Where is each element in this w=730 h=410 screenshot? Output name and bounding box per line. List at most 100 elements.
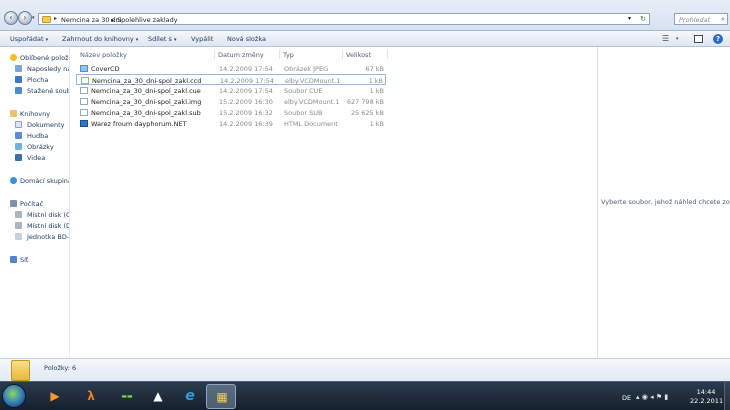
network-icon xyxy=(10,256,17,263)
views-icon[interactable]: ☰ xyxy=(662,34,669,43)
chevron-right-icon[interactable]: ▸ xyxy=(54,15,57,22)
volume-icon[interactable]: ◂ xyxy=(650,393,654,401)
computer-icon xyxy=(10,200,17,207)
file-size: 1 kB xyxy=(369,87,384,95)
media-player-icon: ▶ xyxy=(50,389,60,403)
file-date: 14.2.2009 17:54 xyxy=(219,65,273,73)
column-divider[interactable] xyxy=(214,49,215,59)
clock-date[interactable]: 22.2.2011 xyxy=(690,397,723,405)
navigation-pane: Oblíbené položky Naposledy nav Plocha St… xyxy=(0,47,70,358)
file-size: 1 kB xyxy=(368,77,383,85)
file-type: elby.VCDMount.1 xyxy=(285,77,341,85)
file-date: 14.2.2009 17:54 xyxy=(220,77,274,85)
organize-button[interactable]: Uspořádat ▾ xyxy=(10,35,48,43)
taskbar-app-half-life[interactable]: λ xyxy=(76,384,106,409)
file-icon xyxy=(80,109,88,116)
column-divider[interactable] xyxy=(387,49,388,59)
alcohol-icon: ▲ xyxy=(153,389,163,403)
file-size: 1 kB xyxy=(369,120,384,128)
burn-button[interactable]: Vypálit xyxy=(191,35,213,43)
preview-message: Vyberte soubor, jehož náhled chcete zobr… xyxy=(601,198,730,206)
flag-icon[interactable]: ⚑ xyxy=(656,393,662,401)
image-file-icon xyxy=(80,65,88,72)
chevron-down-icon[interactable]: ▾ xyxy=(628,15,631,22)
breadcrumb-item[interactable]: Spolehlive zaklady xyxy=(117,16,178,24)
windows-explorer-icon: ▦ xyxy=(216,390,228,404)
column-header-name[interactable]: Název položky xyxy=(80,51,127,59)
desktop-icon xyxy=(15,76,22,83)
column-header-size[interactable]: Velikost xyxy=(346,51,371,59)
network-icon[interactable]: ◉ xyxy=(642,393,648,401)
file-row[interactable]: CoverCD 14.2.2009 17:54 Obrázek JPEG 67 … xyxy=(76,63,386,74)
optical-drive-icon xyxy=(15,233,22,240)
file-name: Nemcina_za_30_dni-spol_zakl.sub xyxy=(91,109,201,117)
command-bar: Uspořádat ▾ Zahrnout do knihovny ▾ Sdíle… xyxy=(0,31,730,47)
column-header-type[interactable]: Typ xyxy=(283,51,294,59)
chevron-down-icon: ▾ xyxy=(173,37,177,43)
taskbar-app-internet-explorer[interactable]: e xyxy=(175,384,205,409)
file-name: Nemcina_za_30_dni-spol_zakl.cue xyxy=(91,87,201,95)
column-header-date[interactable]: Datum změny xyxy=(218,51,264,59)
file-date: 15.2.2009 16:30 xyxy=(219,98,273,106)
file-size: 25 625 kB xyxy=(350,109,384,117)
taskbar-app-media-player[interactable]: ▶ xyxy=(40,384,70,409)
taskbar: ▶ λ ▬▬ ▲ e ▦ DE ▴ ◉ ◂ ⚑ ▮ 14:44 22.2.201… xyxy=(0,381,730,410)
preview-pane-icon[interactable] xyxy=(694,35,703,43)
clock-time[interactable]: 14:44 xyxy=(694,388,718,396)
language-indicator[interactable]: DE xyxy=(622,394,631,402)
start-button[interactable] xyxy=(2,384,26,408)
file-size: 627 798 kB xyxy=(346,98,384,106)
hard-drive-icon xyxy=(15,211,22,218)
search-input[interactable]: Prohledat ⌕ xyxy=(674,13,728,25)
column-divider[interactable] xyxy=(279,49,280,59)
file-name: Nemcina_za_30_dni-spol_zakl.img xyxy=(91,98,202,106)
file-size: 67 kB xyxy=(365,65,384,73)
file-date: 14.2.2009 16:39 xyxy=(219,120,273,128)
address-bar-area: ‹ › ▾ ▸ Nemcina za 30 dni ▸ Spolehlive z… xyxy=(0,0,730,31)
new-folder-button[interactable]: Nová složka xyxy=(227,35,266,43)
refresh-icon[interactable]: ↻ xyxy=(640,15,646,23)
music-icon xyxy=(15,132,22,139)
file-row[interactable]: Nemcina_za_30_dni-spol_zakl.ccd 14.2.200… xyxy=(76,74,386,85)
file-name: Warez froum dayphorum.NET xyxy=(91,120,187,128)
file-row[interactable]: Nemcina_za_30_dni-spol_zakl.cue 14.2.200… xyxy=(76,85,386,96)
half-life-icon: λ xyxy=(87,389,95,403)
column-divider[interactable] xyxy=(342,49,343,59)
share-with-button[interactable]: Sdílet s ▾ xyxy=(148,35,176,43)
html-file-icon xyxy=(80,120,88,127)
taskbar-app-windows-explorer[interactable]: ▦ xyxy=(206,384,236,409)
back-button[interactable]: ‹ xyxy=(4,11,18,25)
file-type: elby.VCDMount.1 xyxy=(284,98,340,106)
recent-places-icon xyxy=(15,65,22,72)
folder-icon xyxy=(11,360,30,381)
file-row[interactable]: Nemcina_za_30_dni-spol_zakl.sub 15.2.200… xyxy=(76,107,386,118)
help-icon[interactable]: ? xyxy=(713,34,723,44)
chevron-down-icon[interactable]: ▾ xyxy=(676,36,679,42)
power-icon[interactable]: ▮ xyxy=(664,393,668,401)
file-row[interactable]: Warez froum dayphorum.NET 14.2.2009 16:3… xyxy=(76,118,386,129)
file-date: 15.2.2009 16:32 xyxy=(219,109,273,117)
documents-icon xyxy=(15,121,22,128)
file-type: HTML Document xyxy=(284,120,338,128)
system-tray-icons[interactable]: ▴ ◉ ◂ ⚑ ▮ xyxy=(636,393,668,401)
file-date: 14.2.2009 17:54 xyxy=(219,87,273,95)
file-type: Soubor CUE xyxy=(284,87,323,95)
show-desktop-button[interactable] xyxy=(724,382,730,410)
include-in-library-button[interactable]: Zahrnout do knihovny ▾ xyxy=(62,35,138,43)
details-pane: Položky: 6 xyxy=(0,358,730,381)
breadcrumb-separator[interactable]: ▸ xyxy=(111,16,114,24)
chevron-up-icon[interactable]: ▴ xyxy=(636,393,640,401)
downloads-icon xyxy=(15,87,22,94)
address-bar[interactable]: ▸ Nemcina za 30 dni ▸ Spolehlive zaklady… xyxy=(38,13,650,25)
internet-explorer-icon: e xyxy=(185,388,195,404)
file-row[interactable]: Nemcina_za_30_dni-spol_zakl.img 15.2.200… xyxy=(76,96,386,107)
recent-pages-dropdown[interactable]: ▾ xyxy=(32,15,35,21)
forward-button[interactable]: › xyxy=(18,11,32,25)
file-name: CoverCD xyxy=(91,65,120,73)
search-icon[interactable]: ⌕ xyxy=(721,15,725,24)
taskbar-app-alcohol[interactable]: ▲ xyxy=(143,384,173,409)
taskbar-app-game-launcher[interactable]: ▬▬ xyxy=(112,384,142,409)
videos-icon xyxy=(15,154,22,161)
file-icon xyxy=(80,87,88,94)
item-count: Položky: 6 xyxy=(44,364,77,372)
